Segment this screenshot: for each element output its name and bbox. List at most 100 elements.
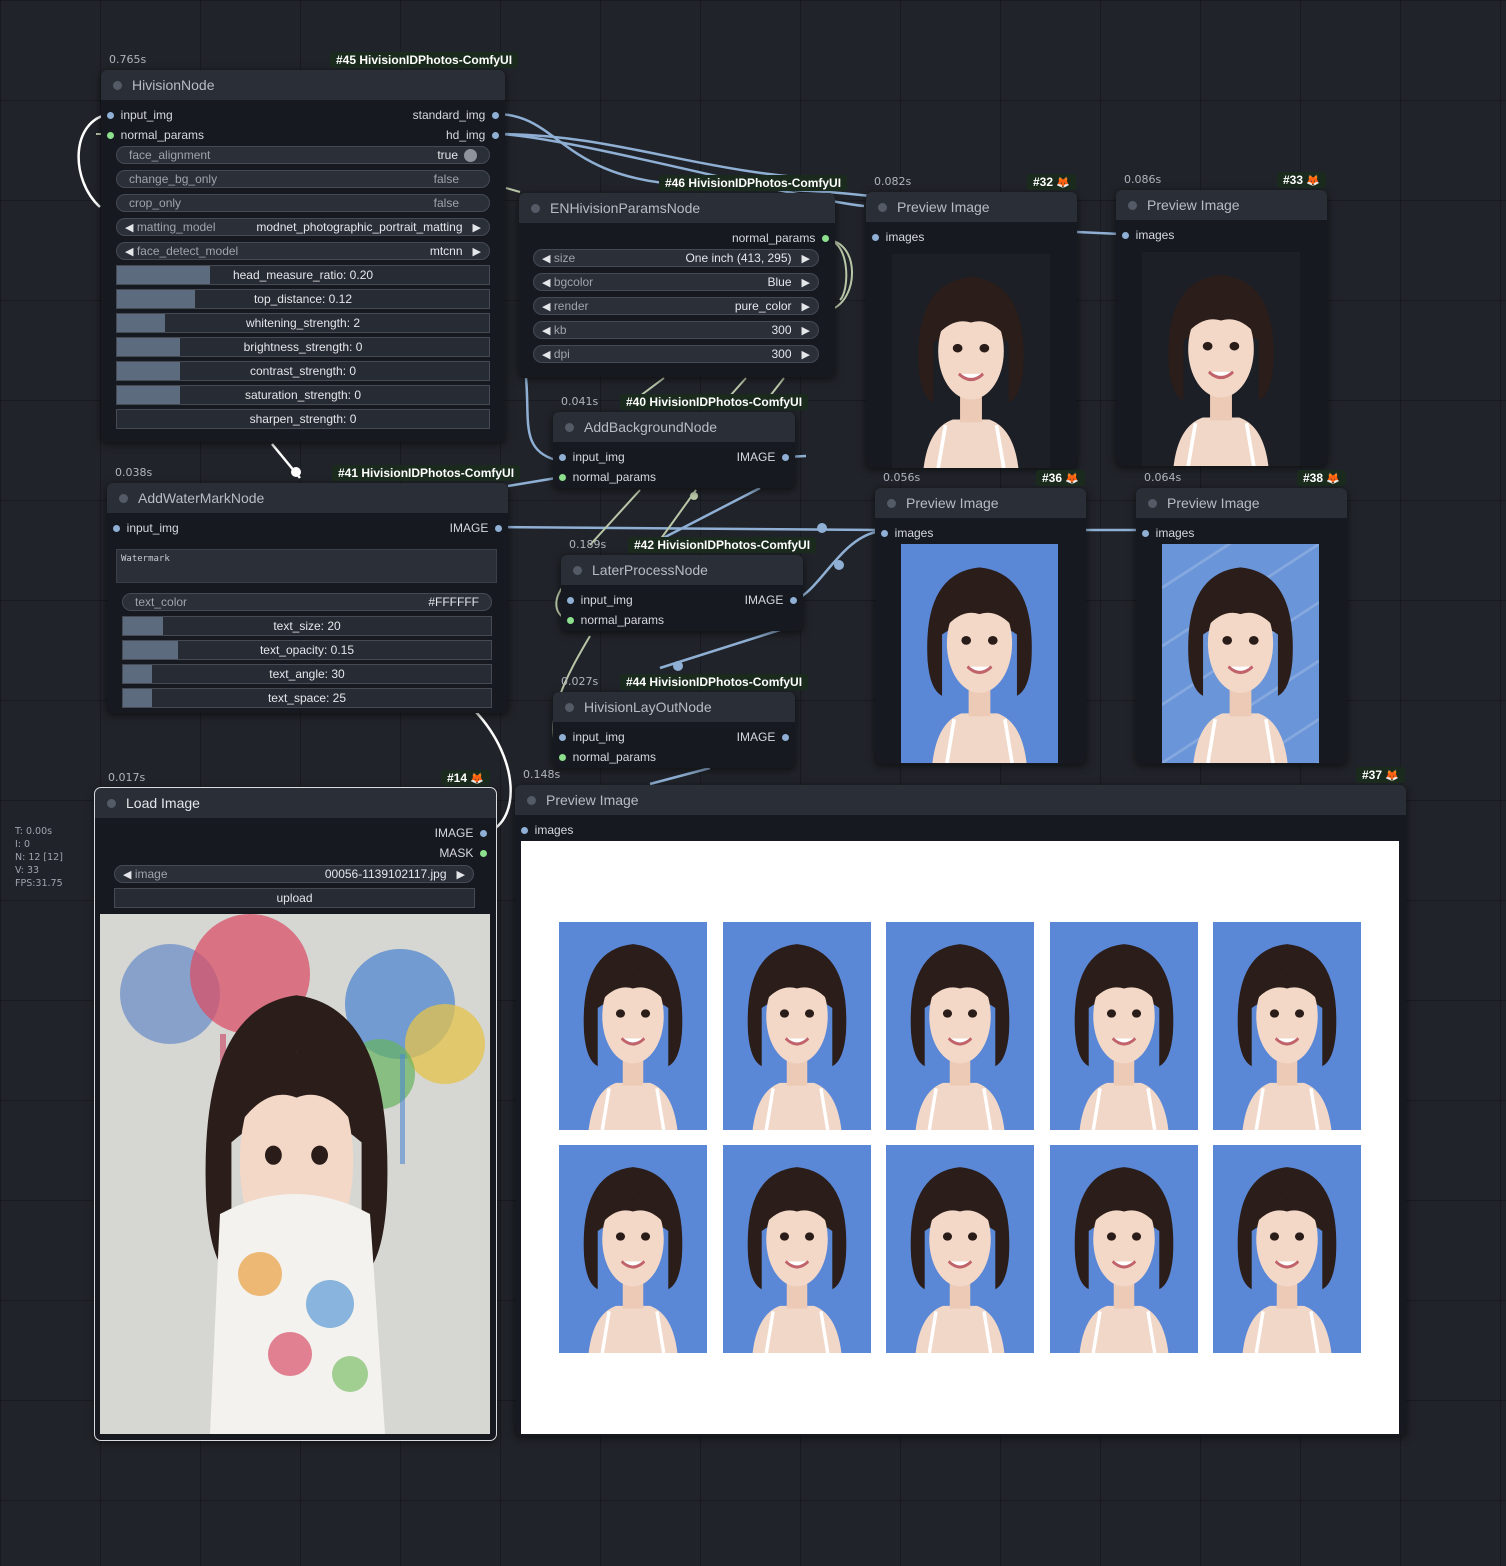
text-color-field[interactable]: text_color #FFFFFF: [122, 593, 492, 611]
socket-icon[interactable]: [480, 849, 487, 857]
arrow-right-icon[interactable]: ▶: [802, 252, 810, 265]
slider-widget[interactable]: text_angle: 30: [122, 664, 492, 684]
add-watermark-node[interactable]: AddWaterMarkNode input_img IMAGE Waterma…: [107, 483, 508, 713]
socket-icon[interactable]: [1142, 529, 1149, 537]
socket-icon[interactable]: [559, 453, 566, 461]
upload-button[interactable]: upload: [114, 888, 475, 908]
combo-render[interactable]: ◀ render pure_color ▶: [533, 297, 819, 315]
arrow-left-icon[interactable]: ◀: [542, 300, 550, 313]
input-slot-images[interactable]: images: [1142, 526, 1194, 540]
socket-icon[interactable]: [559, 733, 566, 741]
collapse-dot-icon[interactable]: [565, 422, 574, 432]
socket-icon[interactable]: [881, 529, 888, 537]
output-slot-image[interactable]: IMAGE: [745, 593, 797, 607]
preview-image-node-37[interactable]: Preview Image images: [515, 785, 1406, 1436]
socket-icon[interactable]: [107, 131, 114, 139]
collapse-dot-icon[interactable]: [527, 795, 536, 805]
toggle-change-bg-only[interactable]: change_bg_only false: [116, 170, 490, 188]
socket-icon[interactable]: [567, 596, 574, 604]
node-title-bar[interactable]: HivisionNode: [101, 70, 505, 100]
node-title-bar[interactable]: AddBackgroundNode: [553, 412, 795, 442]
arrow-right-icon[interactable]: ▶: [802, 348, 810, 361]
add-background-node[interactable]: AddBackgroundNode input_img normal_param…: [553, 412, 795, 488]
node-title-bar[interactable]: HivisionLayOutNode: [553, 692, 795, 722]
collapse-dot-icon[interactable]: [531, 203, 540, 213]
combo-face-detect-model[interactable]: ◀ face_detect_model mtcnn ▶: [116, 242, 490, 260]
slider-widget[interactable]: contrast_strength: 0: [116, 361, 490, 381]
arrow-right-icon[interactable]: ▶: [802, 300, 810, 313]
node-title-bar[interactable]: Preview Image: [1136, 488, 1347, 518]
collapse-dot-icon[interactable]: [887, 498, 896, 508]
image-file-combo[interactable]: ◀ image 00056-1139102117.jpg ▶: [114, 865, 474, 883]
socket-icon[interactable]: [559, 753, 566, 761]
arrow-right-icon[interactable]: ▶: [802, 324, 810, 337]
slider-widget[interactable]: saturation_strength: 0: [116, 385, 490, 405]
arrow-left-icon[interactable]: ◀: [123, 868, 131, 881]
arrow-left-icon[interactable]: ◀: [542, 276, 550, 289]
node-title-bar[interactable]: Preview Image: [515, 785, 1406, 815]
input-slot-input-img[interactable]: input_img: [107, 108, 173, 122]
input-slot-normal-params[interactable]: normal_params: [107, 128, 204, 142]
input-slot-images[interactable]: images: [1122, 228, 1174, 242]
preview-image-node-32[interactable]: Preview Image images: [866, 192, 1077, 468]
socket-icon[interactable]: [822, 234, 829, 242]
slider-widget[interactable]: text_size: 20: [122, 616, 492, 636]
node-title-bar[interactable]: Load Image: [95, 788, 496, 818]
collapse-dot-icon[interactable]: [878, 202, 887, 212]
toggle-face-alignment[interactable]: face_alignment true: [116, 146, 490, 164]
socket-icon[interactable]: [782, 733, 789, 741]
collapse-dot-icon[interactable]: [1148, 498, 1157, 508]
input-slot-input-img[interactable]: input_img: [567, 593, 633, 607]
preview-image-node-33[interactable]: Preview Image images: [1116, 190, 1327, 466]
combo-kb[interactable]: ◀ kb 300 ▶: [533, 321, 819, 339]
collapse-dot-icon[interactable]: [107, 798, 116, 808]
output-slot-image[interactable]: IMAGE: [435, 826, 487, 840]
node-title-bar[interactable]: Preview Image: [875, 488, 1086, 518]
toggle-crop-only[interactable]: crop_only false: [116, 194, 490, 212]
slider-widget[interactable]: head_measure_ratio: 0.20: [116, 265, 490, 285]
output-slot-normal-params[interactable]: normal_params: [732, 231, 829, 245]
socket-icon[interactable]: [1122, 231, 1129, 239]
node-title-bar[interactable]: AddWaterMarkNode: [107, 483, 508, 513]
input-slot-normal-params[interactable]: normal_params: [559, 750, 656, 764]
input-slot-normal-params[interactable]: normal_params: [567, 613, 664, 627]
input-slot-images[interactable]: images: [521, 823, 573, 837]
socket-icon[interactable]: [567, 616, 574, 624]
socket-icon[interactable]: [790, 596, 797, 604]
preview-image-node-38[interactable]: Preview Image images: [1136, 488, 1347, 764]
node-title-bar[interactable]: ENHivisionParamsNode: [519, 193, 835, 223]
input-slot-images[interactable]: images: [881, 526, 933, 540]
collapse-dot-icon[interactable]: [1128, 200, 1137, 210]
arrow-left-icon[interactable]: ◀: [542, 252, 550, 265]
output-slot-image[interactable]: IMAGE: [737, 730, 789, 744]
arrow-left-icon[interactable]: ◀: [125, 245, 133, 258]
node-title-bar[interactable]: Preview Image: [866, 192, 1077, 222]
node-title-bar[interactable]: Preview Image: [1116, 190, 1327, 220]
node-title-bar[interactable]: LaterProcessNode: [561, 555, 803, 585]
socket-icon[interactable]: [521, 826, 528, 834]
collapse-dot-icon[interactable]: [113, 80, 122, 90]
socket-icon[interactable]: [492, 111, 499, 119]
input-slot-images[interactable]: images: [872, 230, 924, 244]
socket-icon[interactable]: [480, 829, 487, 837]
socket-icon[interactable]: [782, 453, 789, 461]
arrow-left-icon[interactable]: ◀: [125, 221, 133, 234]
input-slot-input-img[interactable]: input_img: [559, 730, 625, 744]
output-slot-image[interactable]: IMAGE: [450, 521, 502, 535]
watermark-text-input[interactable]: Watermark: [116, 549, 497, 583]
arrow-left-icon[interactable]: ◀: [542, 324, 550, 337]
slider-widget[interactable]: text_opacity: 0.15: [122, 640, 492, 660]
socket-icon[interactable]: [559, 473, 566, 481]
layout-node[interactable]: HivisionLayOutNode input_img normal_para…: [553, 692, 795, 768]
input-slot-input-img[interactable]: input_img: [113, 521, 179, 535]
socket-icon[interactable]: [107, 111, 114, 119]
input-slot-input-img[interactable]: input_img: [559, 450, 625, 464]
socket-icon[interactable]: [872, 233, 879, 241]
socket-icon[interactable]: [113, 524, 120, 532]
collapse-dot-icon[interactable]: [565, 702, 574, 712]
combo-matting-model[interactable]: ◀ matting_model modnet_photographic_portr…: [116, 218, 490, 236]
socket-icon[interactable]: [495, 524, 502, 532]
socket-icon[interactable]: [492, 131, 499, 139]
slider-widget[interactable]: sharpen_strength: 0: [116, 409, 490, 429]
collapse-dot-icon[interactable]: [573, 565, 582, 575]
